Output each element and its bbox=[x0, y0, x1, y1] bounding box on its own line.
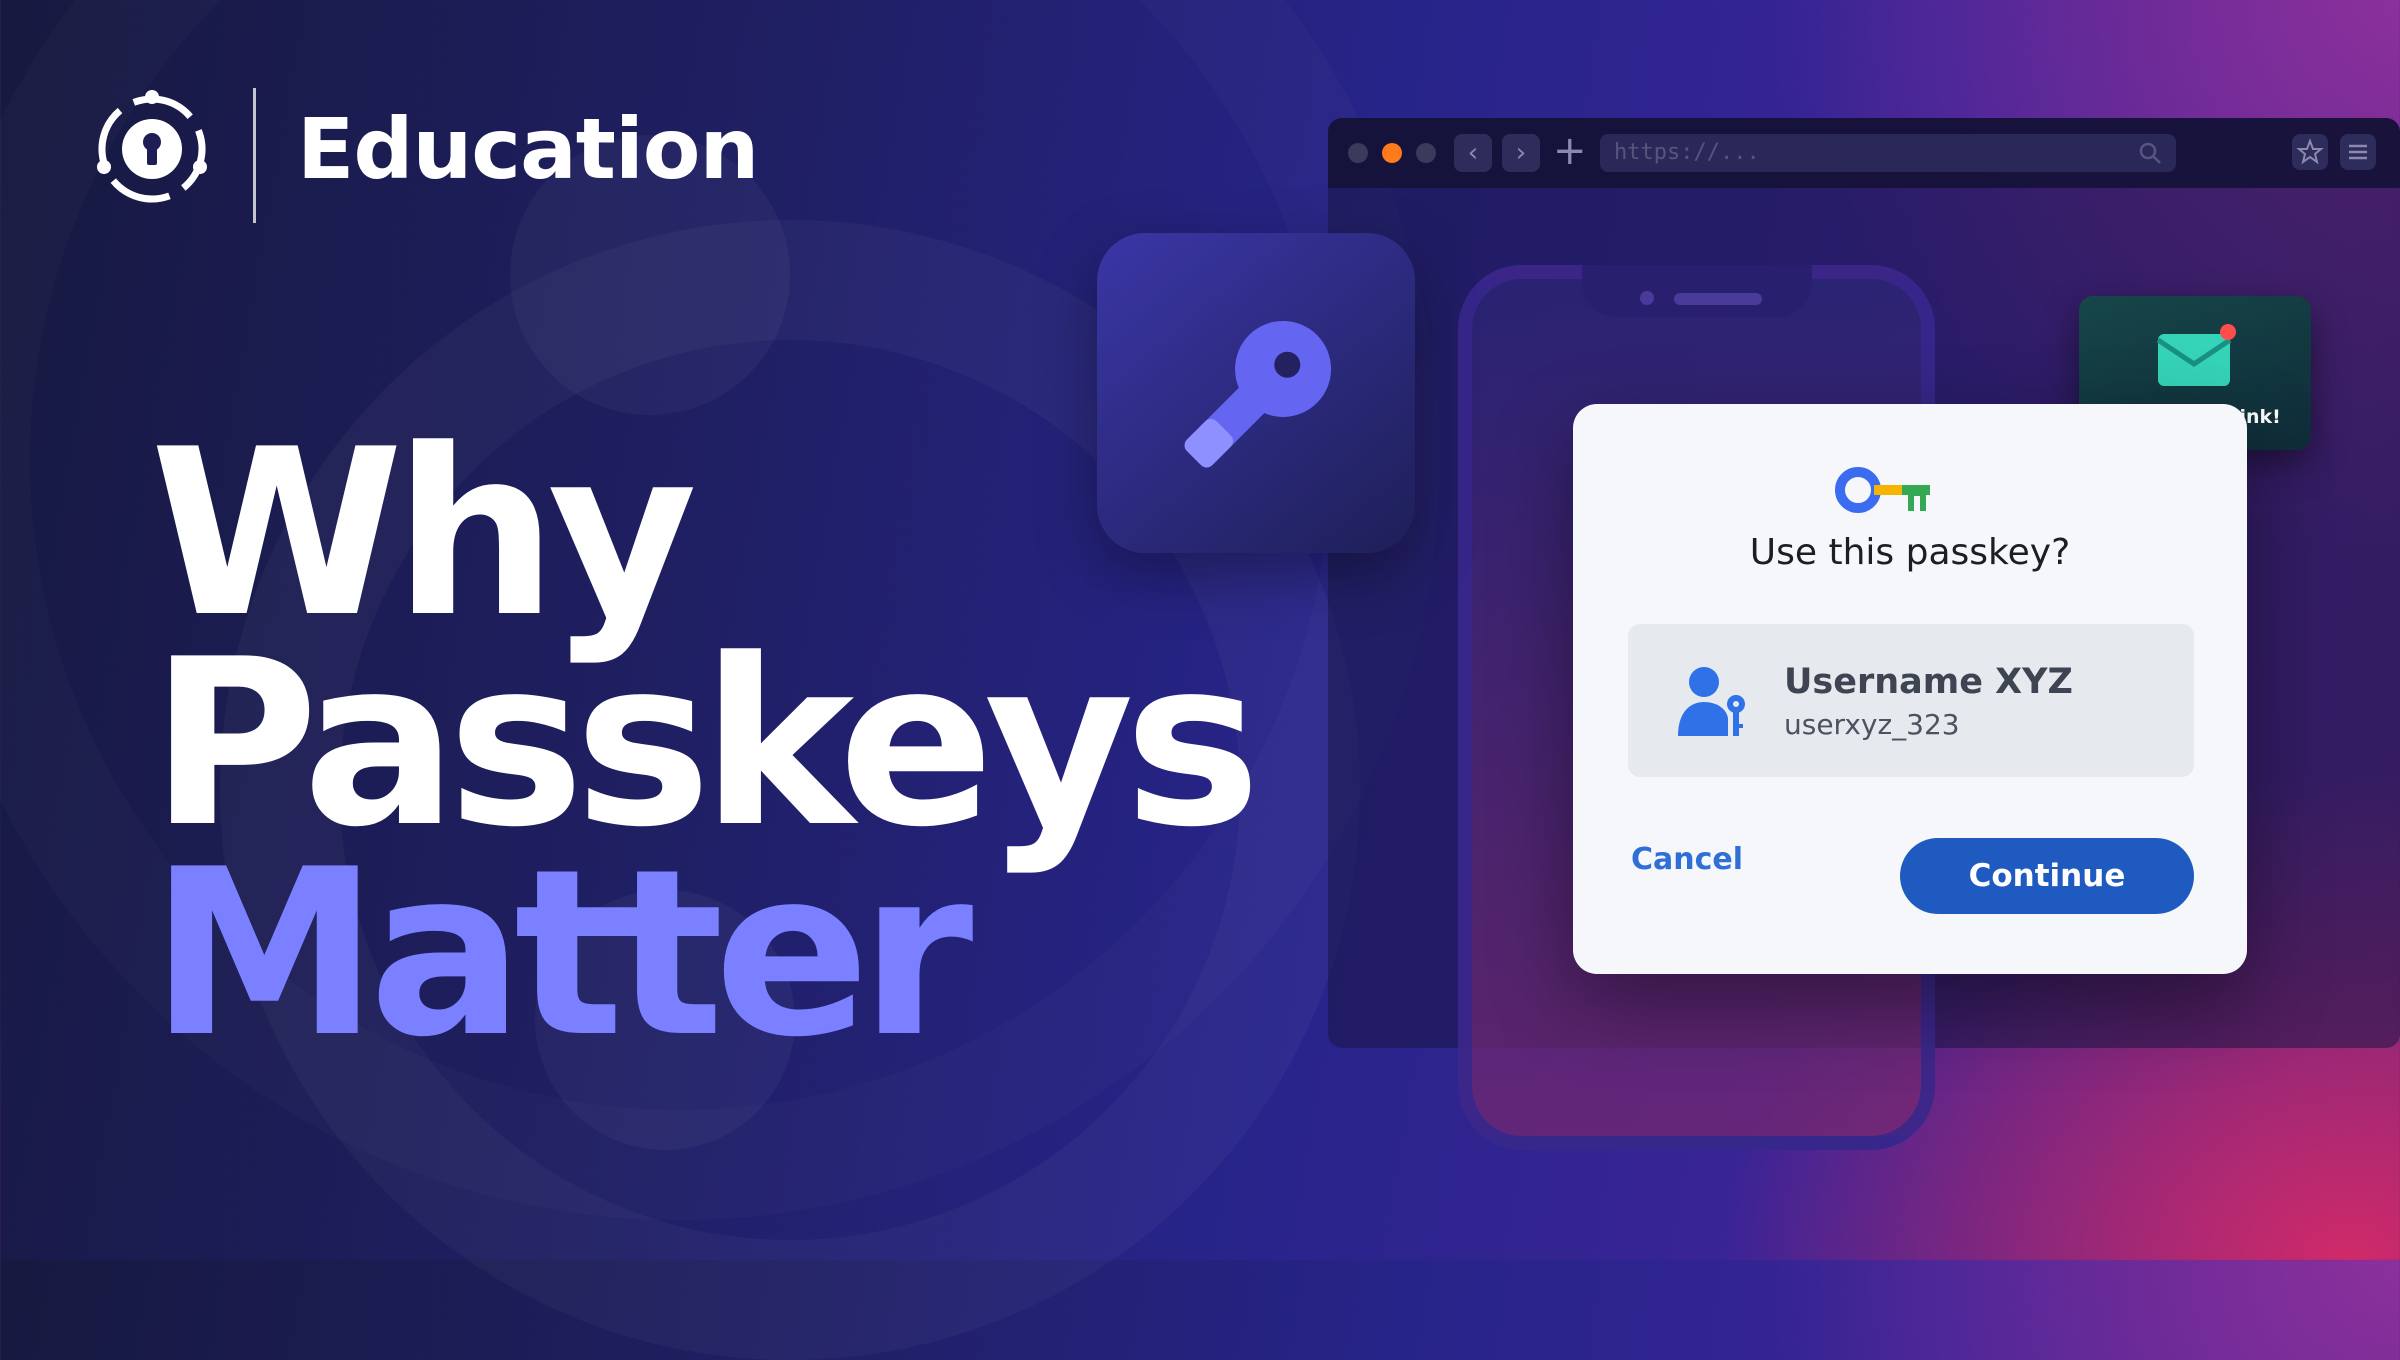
account-option[interactable]: Username XYZ userxyz_323 bbox=[1628, 624, 2194, 777]
passkey-logo-icon bbox=[97, 90, 207, 203]
phone-speaker bbox=[1674, 293, 1762, 305]
star-icon bbox=[2292, 134, 2328, 170]
menu-icon bbox=[2340, 134, 2376, 170]
brand-title: Education bbox=[297, 100, 759, 198]
back-icon: ‹ bbox=[1454, 134, 1492, 172]
headline-line-3: Matter bbox=[150, 821, 973, 1088]
url-bar: https://... bbox=[1600, 134, 2176, 172]
passkey-key-icon bbox=[1835, 467, 1930, 513]
window-dot-active bbox=[1382, 143, 1402, 163]
dialog-title: Use this passkey? bbox=[1749, 532, 2071, 573]
forward-icon: › bbox=[1502, 134, 1540, 172]
key-app-tile bbox=[1097, 233, 1415, 553]
header-divider bbox=[253, 88, 256, 223]
account-username: userxyz_323 bbox=[1784, 708, 1960, 741]
passkey-dialog: Use this passkey? Username XYZ userxyz_3… bbox=[1573, 404, 2247, 974]
envelope-icon bbox=[2156, 324, 2236, 386]
add-tab-icon: + bbox=[1553, 128, 1587, 174]
phone-camera bbox=[1640, 291, 1654, 305]
user-key-icon bbox=[1678, 667, 1745, 736]
window-dot bbox=[1348, 143, 1368, 163]
cancel-button[interactable]: Cancel bbox=[1631, 834, 1811, 886]
browser-toolbar: ‹ › + https://... bbox=[1328, 118, 2400, 188]
url-placeholder: https://... bbox=[1614, 140, 1760, 165]
phone-notch bbox=[1582, 265, 1812, 317]
continue-button[interactable]: Continue bbox=[1900, 838, 2194, 914]
account-name: Username XYZ bbox=[1784, 662, 2073, 702]
search-icon bbox=[2139, 142, 2161, 164]
key-icon bbox=[1184, 320, 1332, 468]
window-dot bbox=[1416, 143, 1436, 163]
